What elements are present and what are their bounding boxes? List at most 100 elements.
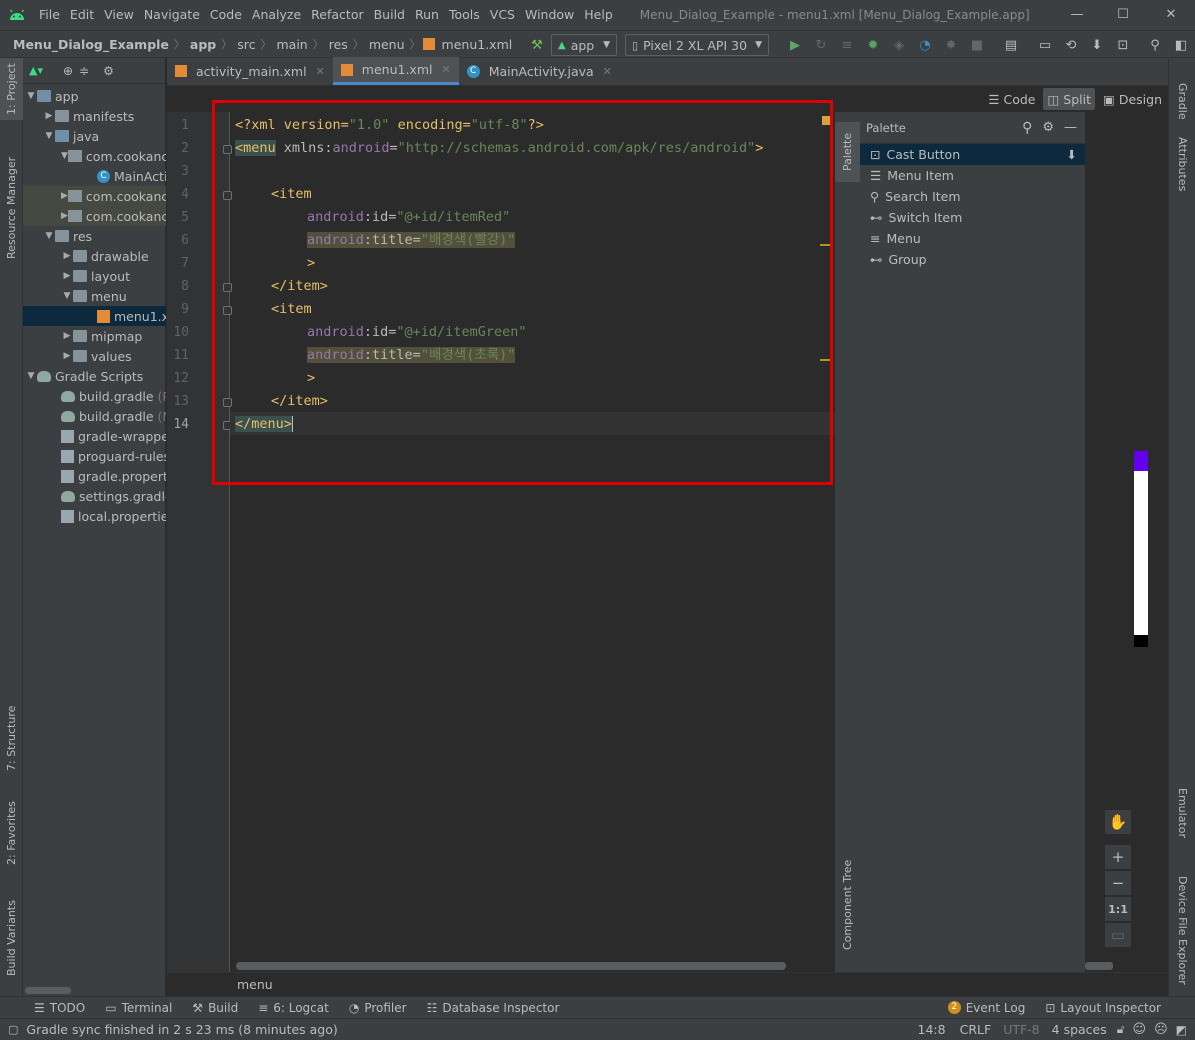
coverage-icon[interactable]: ✸	[939, 33, 963, 57]
palette-item-menu-item[interactable]: ☰ Menu Item	[860, 165, 1085, 186]
tree-item-package[interactable]: ▼ com.cookanc	[23, 146, 166, 166]
project-scrollbar[interactable]	[25, 987, 71, 994]
warning-marker-icon[interactable]	[822, 116, 830, 125]
code-editor[interactable]: 1 2 3 4 5 6 7 8 9 10 11 12 13 14 <?xml v…	[167, 86, 835, 972]
sdk-manager-icon[interactable]: ⬇	[1085, 33, 1109, 57]
menu-refactor[interactable]: Refactor	[306, 0, 368, 30]
stop-icon[interactable]: ■	[965, 33, 989, 57]
menu-edit[interactable]: Edit	[65, 0, 99, 30]
split-view-button[interactable]: ◫ Split	[1043, 88, 1096, 110]
menu-analyze[interactable]: Analyze	[247, 0, 306, 30]
menu-tools[interactable]: Tools	[444, 0, 485, 30]
tool-database-inspector[interactable]: ☷ Database Inspector	[417, 1001, 570, 1015]
breadcrumb-src[interactable]: src	[234, 37, 258, 52]
apply-changes-icon[interactable]: ↻	[809, 33, 833, 57]
palette-item-menu[interactable]: ≡ Menu	[860, 228, 1085, 249]
editor-hscrollbar[interactable]	[236, 962, 786, 970]
notifications-icon[interactable]: ◩	[1176, 1023, 1187, 1037]
minimize-icon[interactable]: —	[1054, 0, 1100, 30]
tab-structure[interactable]: 7: Structure	[0, 698, 23, 778]
breadcrumb-project[interactable]: Menu_Dialog_Example	[10, 37, 172, 52]
status-panel-icon[interactable]: ▢	[8, 1023, 18, 1036]
download-icon[interactable]: ⬇	[1067, 147, 1077, 162]
menu-window[interactable]: Window	[520, 0, 579, 30]
tree-item-drawable[interactable]: ▶ drawable	[23, 246, 166, 266]
tool-terminal[interactable]: ▭ Terminal	[95, 1001, 182, 1015]
zoom-in-icon[interactable]: +	[1105, 845, 1131, 869]
tab-activity-main-xml[interactable]: activity_main.xml ✕	[167, 57, 333, 85]
zoom-out-icon[interactable]: −	[1105, 871, 1131, 895]
zoom-screen-icon[interactable]: ▭	[1105, 923, 1131, 947]
android-view-icon[interactable]: ▲▾	[29, 64, 43, 77]
close-icon[interactable]: ✕	[441, 63, 450, 76]
run-config-select[interactable]: ▲ app ▼	[551, 34, 617, 56]
fold-marker-icon[interactable]	[223, 145, 232, 154]
device-select[interactable]: ▯ Pixel 2 XL API 30 ▼	[625, 34, 769, 56]
tree-item-app[interactable]: ▼ app	[23, 86, 166, 106]
device-manager-icon[interactable]: ⊡	[1111, 33, 1135, 57]
error-stripe-mark[interactable]	[820, 244, 831, 246]
project-structure-icon[interactable]: ▤	[999, 33, 1023, 57]
tree-item-values[interactable]: ▶ values	[23, 346, 166, 366]
tab-emulator[interactable]: Emulator	[1169, 778, 1195, 848]
menu-file[interactable]: File	[34, 0, 65, 30]
error-stripe-mark[interactable]	[820, 359, 831, 361]
palette-item-cast-button[interactable]: ⊡ Cast Button ⬇	[860, 144, 1085, 165]
debug-icon[interactable]: ✹	[861, 33, 885, 57]
preview-scrollbar[interactable]	[1085, 962, 1113, 970]
palette-item-search-item[interactable]: ⚲ Search Item	[860, 186, 1085, 207]
tab-attributes[interactable]: Attributes	[1169, 124, 1195, 204]
breadcrumb-app[interactable]: app	[187, 37, 219, 52]
fold-marker-icon[interactable]	[223, 398, 232, 407]
status-message[interactable]: Gradle sync finished in 2 s 23 ms (8 min…	[26, 1022, 337, 1037]
tree-item-res[interactable]: ▼ res	[23, 226, 166, 246]
profile-settings-icon[interactable]: ◧	[1169, 33, 1193, 57]
tree-item-layout[interactable]: ▶ layout	[23, 266, 166, 286]
breadcrumb-main[interactable]: main	[274, 37, 311, 52]
search-icon[interactable]: ⚲	[1143, 33, 1167, 57]
gear-icon[interactable]: ⚙	[103, 64, 114, 78]
tab-palette[interactable]: Palette	[835, 122, 860, 182]
tab-main-activity-java[interactable]: C MainActivity.java ✕	[459, 57, 620, 85]
tree-item-mipmap[interactable]: ▶ mipmap	[23, 326, 166, 346]
maximize-icon[interactable]: ☐	[1100, 0, 1146, 30]
apply-code-changes-icon[interactable]: ≡	[835, 33, 859, 57]
breadcrumb-file[interactable]: menu1.xml	[439, 37, 516, 52]
menu-help[interactable]: Help	[579, 0, 618, 30]
tree-item-package[interactable]: ▶ com.cookanc	[23, 206, 166, 226]
tree-item-java[interactable]: ▼ java	[23, 126, 166, 146]
happy-face-icon[interactable]: ☺	[1133, 1022, 1147, 1037]
tree-item-local-properties[interactable]: local.properties	[23, 506, 166, 526]
run-icon[interactable]: ▶	[783, 33, 807, 57]
tab-component-tree[interactable]: Component Tree	[835, 852, 860, 957]
menu-build[interactable]: Build	[369, 0, 410, 30]
collapse-all-icon[interactable]: ≑	[79, 64, 89, 78]
zoom-fit-button[interactable]: 1:1	[1105, 897, 1131, 921]
tree-item-build-gradle-project[interactable]: build.gradle (Pro	[23, 386, 166, 406]
tree-item-gradle-scripts[interactable]: ▼ Gradle Scripts	[23, 366, 166, 386]
tool-logcat[interactable]: ≡ 6: Logcat	[248, 1001, 339, 1015]
tab-project[interactable]: 1: Project	[0, 58, 23, 120]
tab-build-variants[interactable]: Build Variants	[0, 888, 23, 988]
tree-item-menu[interactable]: ▼ menu	[23, 286, 166, 306]
lock-icon[interactable]: 🔓︎	[1117, 1022, 1125, 1037]
breadcrumb-menu[interactable]: menu	[366, 37, 408, 52]
tab-device-file-explorer[interactable]: Device File Explorer	[1169, 868, 1195, 993]
tab-favorites[interactable]: 2: Favorites	[0, 793, 23, 873]
menu-view[interactable]: View	[99, 0, 139, 30]
design-view-button[interactable]: ▣ Design	[1099, 88, 1166, 110]
palette-item-group[interactable]: ⊷ Group	[860, 249, 1085, 270]
tree-item-settings-gradle[interactable]: settings.gradle (	[23, 486, 166, 506]
line-separator[interactable]: CRLF	[960, 1022, 992, 1037]
attach-debugger-icon[interactable]: ◈	[887, 33, 911, 57]
minimize-panel-icon[interactable]: —	[1064, 120, 1077, 135]
close-window-icon[interactable]: ✕	[1148, 0, 1194, 30]
sync-gradle-icon[interactable]: ⟲	[1059, 33, 1083, 57]
file-encoding[interactable]: UTF-8	[1003, 1022, 1039, 1037]
fold-marker-icon[interactable]	[223, 306, 232, 315]
tool-layout-inspector[interactable]: ⊡ Layout Inspector	[1035, 1001, 1171, 1015]
breadcrumb-menu-tag[interactable]: menu	[237, 977, 273, 992]
avd-manager-icon[interactable]: ▭	[1033, 33, 1057, 57]
locate-icon[interactable]: ⊕	[63, 64, 73, 78]
menu-vcs[interactable]: VCS	[485, 0, 520, 30]
